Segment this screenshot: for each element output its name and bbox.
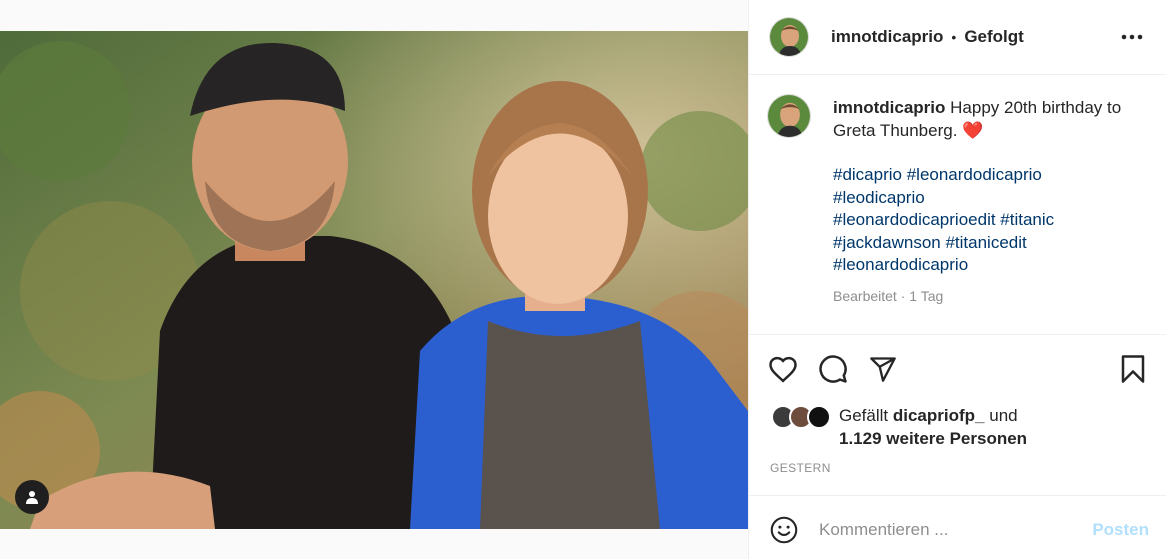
comment-bar: Posten: [749, 495, 1166, 559]
like-button[interactable]: [767, 353, 799, 385]
post-photo[interactable]: [0, 31, 748, 529]
user-tag-icon: [26, 491, 38, 504]
avatar-image: [770, 18, 808, 56]
caption-text: imnotdicaprio Happy 20th birthday to Gre…: [833, 97, 1153, 142]
comment-input[interactable]: [819, 516, 1079, 544]
post-media-area: [0, 0, 748, 559]
hashtag-line[interactable]: #leodicaprio: [833, 187, 1153, 210]
likes-connector: und: [989, 406, 1018, 425]
caption-avatar[interactable]: [767, 94, 811, 138]
paper-plane-icon: [870, 357, 896, 382]
hashtag-line[interactable]: #dicaprio #leonardodicaprio: [833, 164, 1153, 187]
divider: [749, 334, 1166, 335]
more-options-button[interactable]: [1119, 25, 1145, 49]
red-heart-emoji: ❤️: [962, 120, 984, 140]
hashtag-line[interactable]: #jackdawnson #titanicedit: [833, 232, 1153, 255]
caption-body: imnotdicaprio Happy 20th birthday to Gre…: [833, 97, 1153, 307]
more-horizontal-icon: [1121, 34, 1143, 40]
hashtag-list: #dicaprio #leonardodicaprio #leodicaprio…: [833, 164, 1153, 277]
avatar[interactable]: [807, 405, 831, 429]
smiley-icon: [770, 516, 798, 544]
post-comment-button[interactable]: Posten: [1092, 520, 1149, 540]
likes-summary: Gefällt dicapriofp_ und 1.129 weitere Pe…: [771, 405, 1151, 455]
liker-username-link[interactable]: dicapriofp_: [893, 406, 985, 425]
follow-status-button[interactable]: Gefolgt: [964, 27, 1024, 47]
bookmark-icon: [1121, 355, 1145, 383]
comment-button[interactable]: [817, 353, 849, 385]
caption-username-link[interactable]: imnotdicaprio: [833, 98, 945, 117]
heart-icon: [769, 356, 797, 383]
action-bar: [767, 350, 1151, 386]
hashtag-line[interactable]: #leonardodicaprio: [833, 254, 1153, 277]
save-button[interactable]: [1117, 353, 1149, 385]
hashtag-line[interactable]: #leonardodicaprioedit #titanic: [833, 209, 1153, 232]
caption-avatar-image: [768, 95, 810, 137]
post-date[interactable]: GESTERN: [770, 461, 831, 475]
user-tag-button[interactable]: [15, 480, 49, 514]
caption-meta: Bearbeitet · 1 Tag: [833, 285, 1153, 308]
emoji-picker-button[interactable]: [769, 515, 799, 545]
likes-text: Gefällt dicapriofp_ und 1.129 weitere Pe…: [839, 405, 1027, 450]
post-side-panel: imnotdicaprio • Gefolgt imnotdicaprio Ha…: [748, 0, 1166, 559]
liker-avatars: [771, 405, 835, 431]
edited-label: Bearbeitet: [833, 287, 897, 304]
post-header: imnotdicaprio • Gefolgt: [749, 0, 1166, 75]
header-separator: •: [951, 29, 957, 45]
comment-icon: [819, 355, 847, 383]
likes-prefix: Gefällt: [839, 406, 889, 425]
avatar[interactable]: [769, 17, 809, 57]
post-age[interactable]: 1 Tag: [909, 288, 943, 304]
meta-separator: ·: [896, 287, 910, 304]
likes-count-link[interactable]: 1.129 weitere Personen: [839, 429, 1027, 448]
share-button[interactable]: [867, 353, 899, 385]
header-username-link[interactable]: imnotdicaprio: [831, 27, 943, 47]
post-photo-image: [0, 31, 748, 529]
